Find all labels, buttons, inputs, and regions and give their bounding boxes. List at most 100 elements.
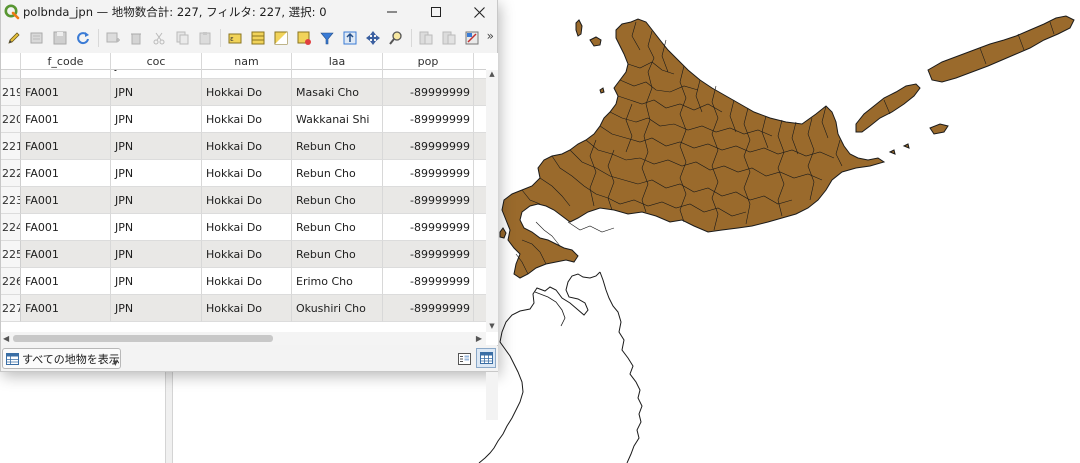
cell-nam[interactable]: Hokkai Do	[202, 160, 292, 187]
table-row[interactable]: 220 FA001 JPN Hokkai Do Wakkanai Shi -8999999…	[1, 106, 486, 133]
table-row[interactable]: 225 FA001 JPN Hokkai Do Rebun Cho -89999999	[1, 241, 486, 268]
delete-field-button[interactable]	[438, 27, 460, 49]
cell-f-code[interactable]: FA001	[21, 160, 111, 187]
toggle-editing-button[interactable]	[3, 27, 25, 49]
cell-f-code[interactable]: FA001	[21, 241, 111, 268]
cell-nam[interactable]: Hokkai Do	[202, 79, 292, 106]
cell-nam[interactable]: Hokkai Do	[202, 106, 292, 133]
cell-f-code[interactable]: FA001	[21, 70, 111, 79]
cell-coc[interactable]: JPN	[111, 106, 202, 133]
select-all-button[interactable]	[247, 27, 269, 49]
cell-coc[interactable]: JPN	[111, 70, 202, 79]
attribute-table-window[interactable]: polbnda_jpn — 地物数合計: 227, フィルタ: 227, 選択:…	[0, 0, 498, 372]
table-row[interactable]: 223 FA001 JPN Hokkai Do Rebun Cho -89999999	[1, 187, 486, 214]
cell-laa[interactable]: Masaki Cho	[292, 79, 383, 106]
cell-f-code[interactable]: FA001	[21, 79, 111, 106]
row-header[interactable]: 227	[1, 295, 21, 322]
form-view-button[interactable]	[456, 350, 473, 367]
cell-laa[interactable]: Wakkanai Shi	[292, 106, 383, 133]
new-field-button[interactable]	[415, 27, 437, 49]
cell-laa[interactable]: Erimo Cho	[292, 268, 383, 295]
row-header[interactable]: 224	[1, 214, 21, 241]
delete-feature-button[interactable]	[125, 27, 147, 49]
multi-edit-button[interactable]	[26, 27, 48, 49]
cell-coc[interactable]: JPN	[111, 268, 202, 295]
row-header[interactable]: 222	[1, 160, 21, 187]
show-all-features-dropdown[interactable]: すべての地物を表示 ▼	[2, 348, 121, 369]
cell-pop[interactable]: -89999999	[383, 241, 474, 268]
cell-pop[interactable]: -89999999	[383, 106, 474, 133]
cell-f-code[interactable]: FA001	[21, 268, 111, 295]
cell-coc[interactable]: JPN	[111, 187, 202, 214]
table-row[interactable]: 226 FA001 JPN Hokkai Do Erimo Cho -89999999	[1, 268, 486, 295]
column-header-coc[interactable]: coc	[111, 53, 202, 70]
row-header[interactable]: 226	[1, 268, 21, 295]
cell-f-code[interactable]: FA001	[21, 187, 111, 214]
zoom-to-selection-button[interactable]	[385, 27, 407, 49]
cell-nam[interactable]: Hokkai Do	[202, 70, 292, 79]
maximize-button[interactable]	[416, 0, 456, 24]
table-body[interactable]: 218FA001JPNHokkai DoMasaki Cho-899999992…	[1, 70, 486, 346]
cell-nam[interactable]: Hokkai Do	[202, 241, 292, 268]
paste-button[interactable]	[194, 27, 216, 49]
move-selection-to-top-button[interactable]	[339, 27, 361, 49]
cell-coc[interactable]: JPN	[111, 160, 202, 187]
cell-coc[interactable]: JPN	[111, 79, 202, 106]
copy-button[interactable]	[171, 27, 193, 49]
select-by-expression-button[interactable]: ε	[224, 27, 246, 49]
cell-nam[interactable]: Hokkai Do	[202, 295, 292, 322]
cell-pop[interactable]: -89999999	[383, 133, 474, 160]
row-header[interactable]: 219	[1, 79, 21, 106]
cell-pop[interactable]: -89999999	[383, 160, 474, 187]
scroll-left-arrow-icon[interactable]: ◀	[3, 332, 9, 345]
scroll-up-arrow-icon[interactable]: ▲	[486, 70, 498, 80]
table-corner[interactable]	[1, 53, 21, 70]
filter-button[interactable]	[316, 27, 338, 49]
horizontal-scrollbar[interactable]: ◀ ▶	[1, 332, 486, 345]
cell-nam[interactable]: Hokkai Do	[202, 214, 292, 241]
row-header[interactable]: 218	[1, 70, 21, 79]
cell-f-code[interactable]: FA001	[21, 133, 111, 160]
save-edits-button[interactable]	[49, 27, 71, 49]
cell-coc[interactable]: JPN	[111, 214, 202, 241]
table-row[interactable]: 222 FA001 JPN Hokkai Do Rebun Cho -89999999	[1, 160, 486, 187]
field-calculator-button[interactable]	[461, 27, 483, 49]
scroll-right-arrow-icon[interactable]: ▶	[476, 332, 482, 345]
column-header-laa[interactable]: laa	[292, 53, 383, 70]
cell-pop[interactable]: -89999999	[383, 295, 474, 322]
minimize-button[interactable]	[372, 0, 412, 24]
cell-f-code[interactable]: FA001	[21, 106, 111, 133]
table-row[interactable]: 218FA001JPNHokkai DoMasaki Cho-89999999	[1, 70, 486, 79]
cell-nam[interactable]: Hokkai Do	[202, 187, 292, 214]
cell-coc[interactable]: JPN	[111, 241, 202, 268]
cell-laa[interactable]: Rebun Cho	[292, 160, 383, 187]
cell-nam[interactable]: Hokkai Do	[202, 133, 292, 160]
invert-selection-button[interactable]	[270, 27, 292, 49]
table-row[interactable]: 219 FA001 JPN Hokkai Do Masaki Cho -89999999	[1, 79, 486, 106]
scroll-down-arrow-icon[interactable]: ▼	[486, 322, 498, 332]
attribute-table[interactable]: f_code coc nam laa pop 218FA001JPNHokkai…	[1, 53, 498, 345]
column-header-f-code[interactable]: f_code	[21, 53, 111, 70]
cell-laa[interactable]: Rebun Cho	[292, 214, 383, 241]
cell-pop[interactable]: -89999999	[383, 187, 474, 214]
row-header[interactable]: 223	[1, 187, 21, 214]
close-button[interactable]	[459, 0, 499, 24]
row-header[interactable]: 221	[1, 133, 21, 160]
column-header-pop[interactable]: pop	[383, 53, 474, 70]
table-view-button[interactable]	[476, 348, 496, 368]
vertical-scrollbar[interactable]: ▲ ▼	[486, 70, 498, 332]
horizontal-scroll-thumb[interactable]	[13, 335, 273, 342]
column-header-nam[interactable]: nam	[202, 53, 292, 70]
cell-f-code[interactable]: FA001	[21, 214, 111, 241]
title-bar[interactable]: polbnda_jpn — 地物数合計: 227, フィルタ: 227, 選択:…	[1, 0, 497, 24]
cut-button[interactable]	[148, 27, 170, 49]
cell-pop[interactable]: -89999999	[383, 268, 474, 295]
cell-pop[interactable]: -89999999	[383, 79, 474, 106]
cell-laa[interactable]: Rebun Cho	[292, 133, 383, 160]
table-row[interactable]: 227 FA001 JPN Hokkai Do Okushiri Cho -8999999…	[1, 295, 486, 322]
cell-laa[interactable]: Rebun Cho	[292, 241, 383, 268]
cell-laa[interactable]: Rebun Cho	[292, 187, 383, 214]
cell-pop[interactable]: -89999999	[383, 70, 474, 79]
pan-to-selection-button[interactable]	[362, 27, 384, 49]
reload-button[interactable]	[72, 27, 94, 49]
